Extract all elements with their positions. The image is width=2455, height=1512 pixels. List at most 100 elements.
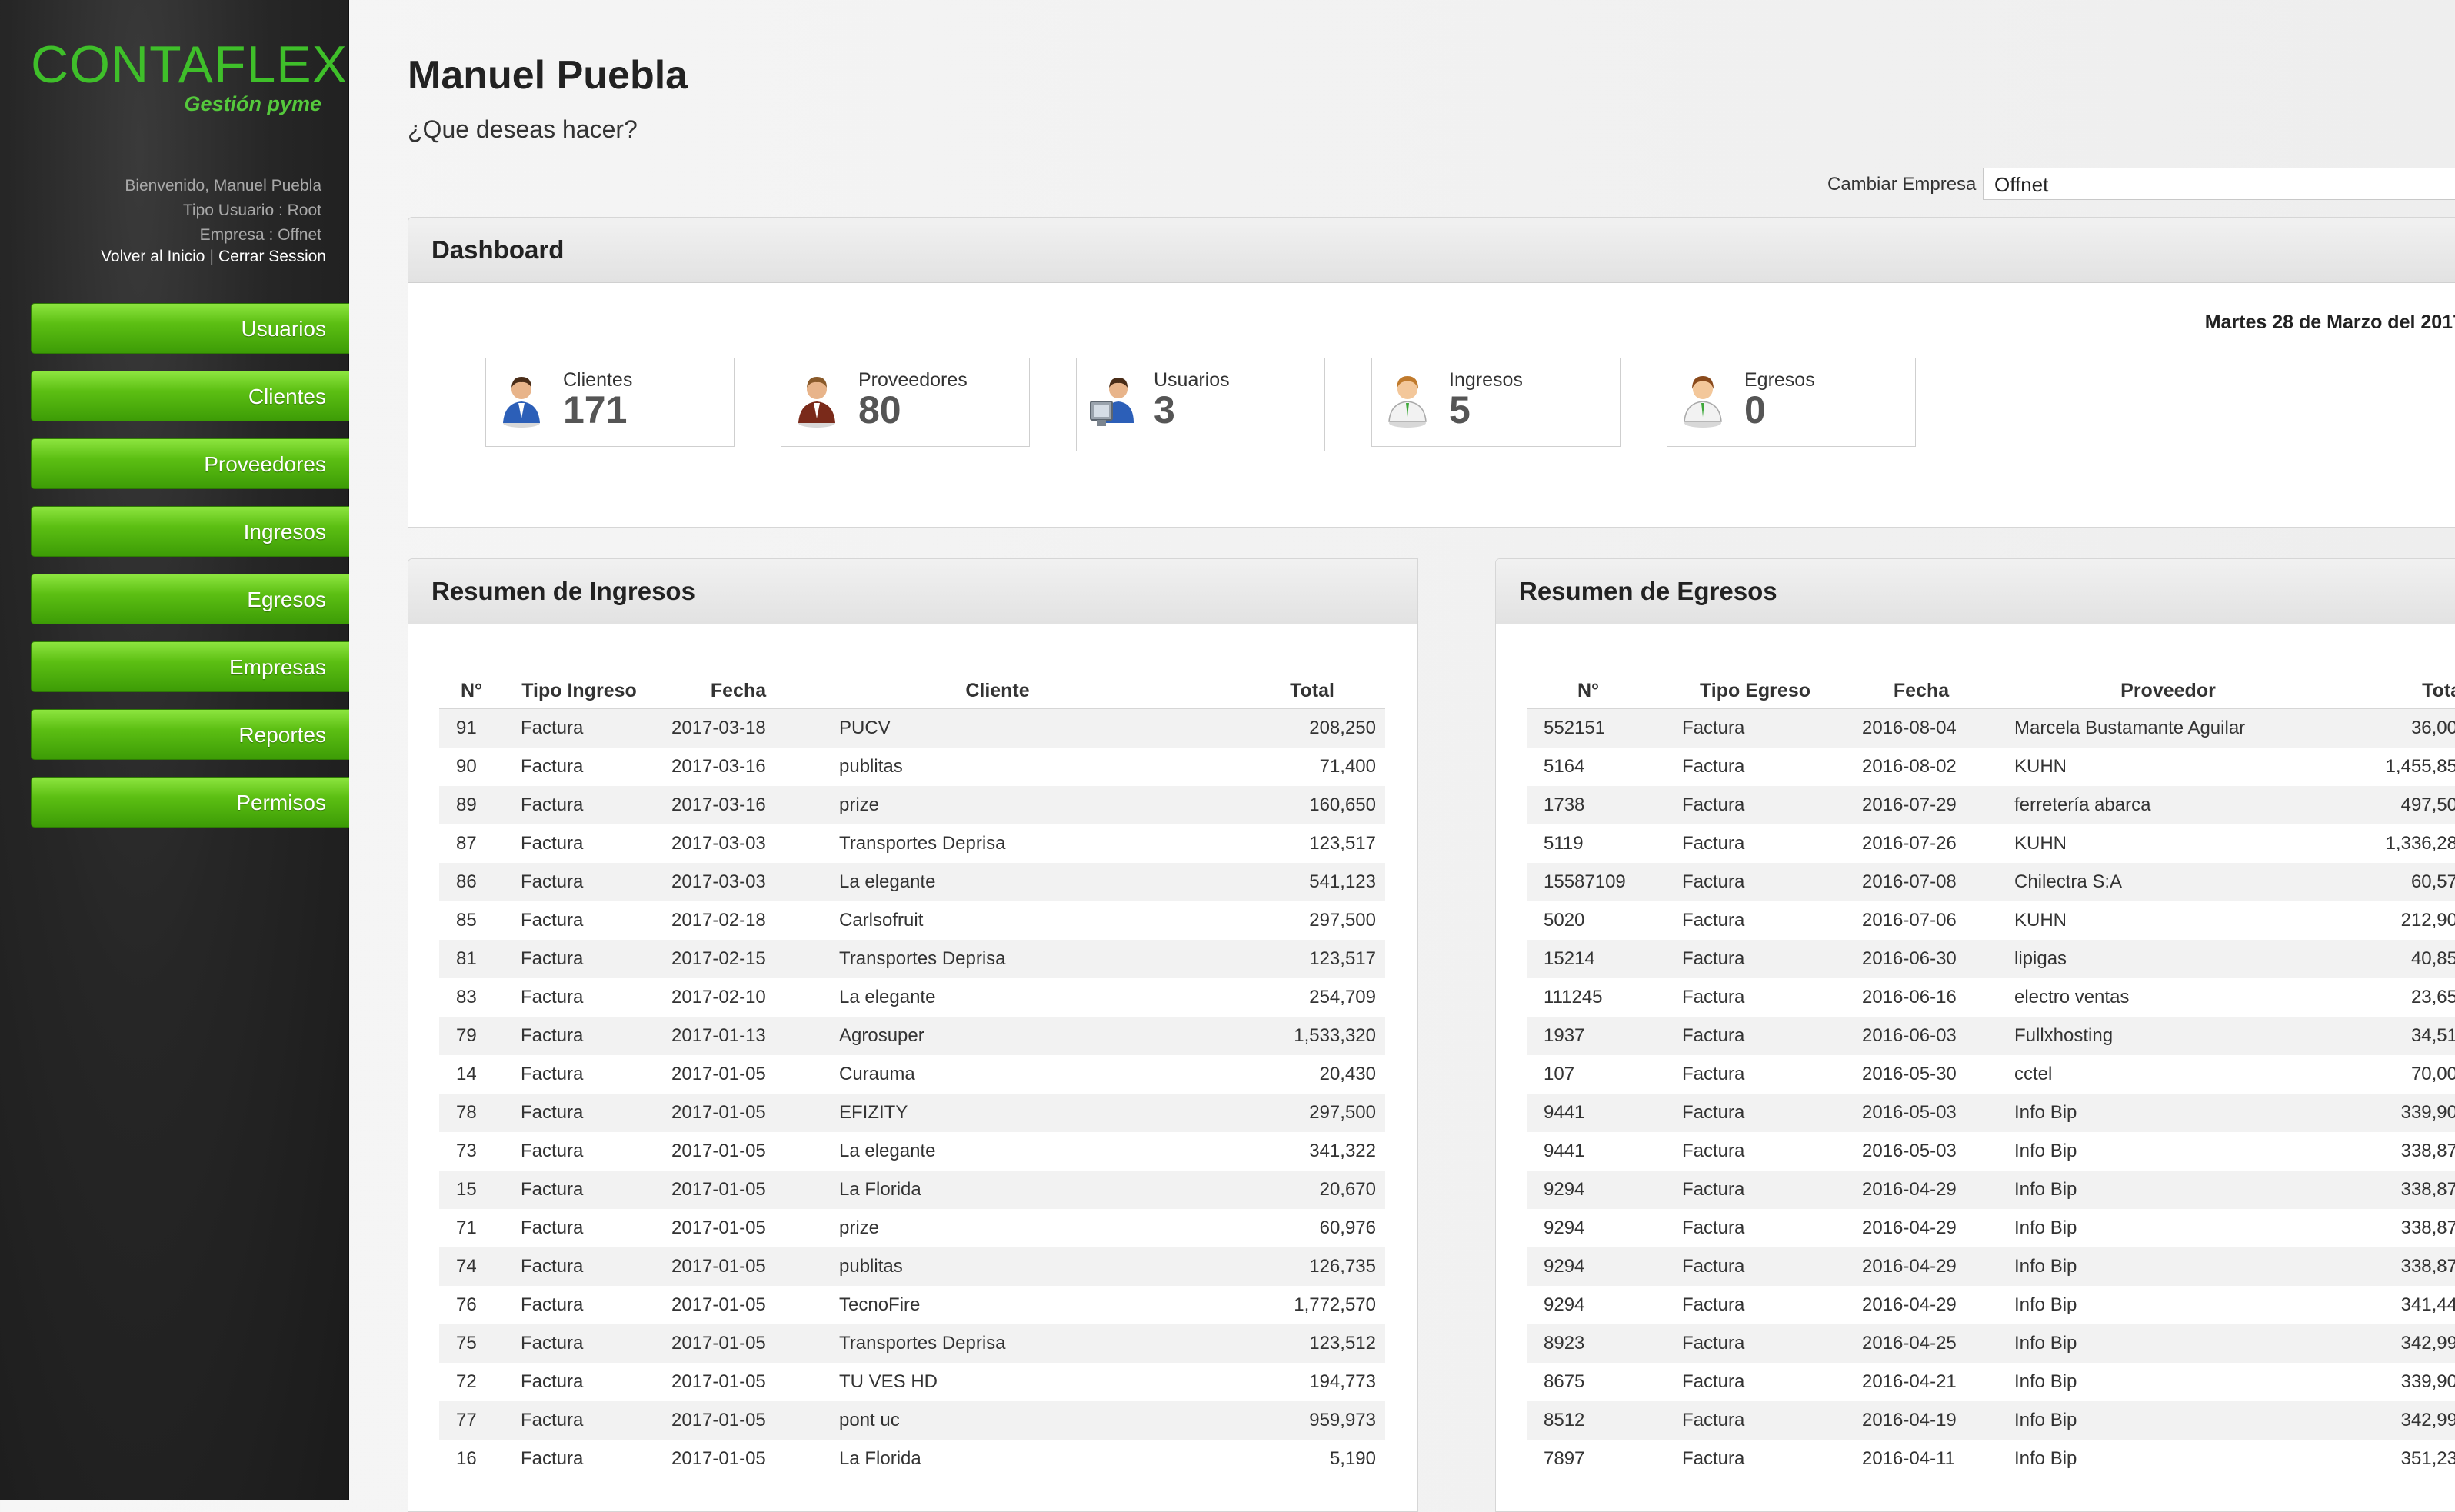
table-row[interactable]: 9294 Factura 2016-04-29 Info Bip 341,44 bbox=[1527, 1286, 2455, 1324]
col-header[interactable]: Fecha bbox=[655, 673, 822, 709]
logout-link[interactable]: Cerrar Session bbox=[218, 248, 326, 265]
table-row[interactable]: 15 Factura 2017-01-05 La Florida 20,670 bbox=[439, 1171, 1385, 1209]
table-cell: 2016-07-29 bbox=[1845, 786, 1997, 824]
home-link[interactable]: Volver al Inicio bbox=[101, 248, 205, 265]
table-row[interactable]: 9441 Factura 2016-05-03 Info Bip 338,87 bbox=[1527, 1132, 2455, 1171]
col-header[interactable]: Cliente bbox=[822, 673, 1173, 709]
company-select[interactable]: Offnet bbox=[1983, 168, 2455, 200]
table-row[interactable]: 87 Factura 2017-03-03 Transportes Deprisa 12… bbox=[439, 824, 1385, 863]
col-header[interactable]: Fecha bbox=[1845, 673, 1997, 709]
table-row[interactable]: 71 Factura 2017-01-05 prize 60,976 bbox=[439, 1209, 1385, 1247]
table-row[interactable]: 16 Factura 2017-01-05 La Florida 5,190 bbox=[439, 1440, 1385, 1478]
logo[interactable]: CONTAFLEX Gestión pyme bbox=[31, 38, 347, 116]
table-cell: 81 bbox=[439, 940, 504, 978]
table-cell: 497,50 bbox=[2339, 786, 2455, 824]
egresos-panel: Resumen de Egresos N° Tipo Egreso Fecha … bbox=[1495, 558, 2455, 1512]
table-row[interactable]: 14 Factura 2017-01-05 Curauma 20,430 bbox=[439, 1055, 1385, 1094]
table-row[interactable]: 91 Factura 2017-03-18 PUCV 208,250 bbox=[439, 708, 1385, 748]
stat-usuarios[interactable]: Usuarios 3 bbox=[1076, 358, 1325, 451]
table-row[interactable]: 15214 Factura 2016-06-30 lipigas 40,85 bbox=[1527, 940, 2455, 978]
nav-ingresos[interactable]: Ingresos bbox=[31, 506, 349, 557]
client-icon bbox=[503, 377, 540, 428]
table-cell: 74 bbox=[439, 1247, 504, 1286]
table-row[interactable]: 77 Factura 2017-01-05 pont uc 959,973 bbox=[439, 1401, 1385, 1440]
table-row[interactable]: 8675 Factura 2016-04-21 Info Bip 339,90 bbox=[1527, 1363, 2455, 1401]
table-row[interactable]: 9441 Factura 2016-05-03 Info Bip 339,90 bbox=[1527, 1094, 2455, 1132]
table-cell: Factura bbox=[1665, 940, 1845, 978]
col-header[interactable]: Total bbox=[2339, 673, 2455, 709]
table-row[interactable]: 7897 Factura 2016-04-11 Info Bip 351,23 bbox=[1527, 1440, 2455, 1478]
nav-reportes[interactable]: Reportes bbox=[31, 709, 349, 760]
table-row[interactable]: 79 Factura 2017-01-13 Agrosuper 1,533,320 bbox=[439, 1017, 1385, 1055]
table-cell: 16 bbox=[456, 1448, 477, 1469]
table-cell: 8512 bbox=[1527, 1401, 1665, 1440]
table-cell: 160,650 bbox=[1173, 786, 1385, 824]
table-cell: Fullxhosting bbox=[1997, 1017, 2339, 1055]
table-cell: 2016-06-30 bbox=[1845, 940, 1997, 978]
table-cell: 341,44 bbox=[2400, 1294, 2455, 1315]
table-cell: Info Bip bbox=[1997, 1324, 2339, 1363]
table-row[interactable]: 83 Factura 2017-02-10 La elegante 254,709 bbox=[439, 978, 1385, 1017]
col-header[interactable]: N° bbox=[1527, 673, 1665, 709]
col-header[interactable]: Total bbox=[1173, 673, 1385, 709]
table-row[interactable]: 9294 Factura 2016-04-29 Info Bip 338,87 bbox=[1527, 1209, 2455, 1247]
table-cell: 107 bbox=[1544, 1064, 1575, 1084]
table-row[interactable]: 86 Factura 2017-03-03 La elegante 541,123 bbox=[439, 863, 1385, 901]
table-cell: Info Bip bbox=[1997, 1171, 2339, 1209]
expense-icon bbox=[1684, 376, 1722, 428]
stat-clientes[interactable]: Clientes 171 bbox=[485, 358, 735, 447]
table-row[interactable]: 72 Factura 2017-01-05 TU VES HD 194,773 bbox=[439, 1363, 1385, 1401]
table-row[interactable]: 76 Factura 2017-01-05 TecnoFire 1,772,570 bbox=[439, 1286, 1385, 1324]
table-cell: 78 bbox=[439, 1094, 504, 1132]
sidebar-nav: Usuarios Clientes Proveedores Ingresos E… bbox=[31, 303, 349, 844]
table-cell: 2017-01-05 bbox=[655, 1094, 822, 1132]
table-cell: Factura bbox=[504, 1094, 655, 1132]
main-content: Manuel Puebla ¿Que deseas hacer? Cambiar… bbox=[349, 0, 2455, 1512]
table-row[interactable]: 81 Factura 2017-02-15 Transportes Deprisa 12… bbox=[439, 940, 1385, 978]
stat-egresos[interactable]: Egresos 0 bbox=[1667, 358, 1916, 447]
table-row[interactable]: 5164 Factura 2016-08-02 KUHN 1,455,85 bbox=[1527, 748, 2455, 786]
table-cell: 60,976 bbox=[1319, 1217, 1376, 1238]
nav-usuarios[interactable]: Usuarios bbox=[31, 303, 349, 354]
table-row[interactable]: 5119 Factura 2016-07-26 KUHN 1,336,28 bbox=[1527, 824, 2455, 863]
col-header[interactable]: Tipo Ingreso bbox=[504, 673, 655, 709]
table-cell: KUHN bbox=[2014, 833, 2067, 854]
table-row[interactable]: 107 Factura 2016-05-30 cctel 70,00 bbox=[1527, 1055, 2455, 1094]
table-row[interactable]: 8923 Factura 2016-04-25 Info Bip 342,99 bbox=[1527, 1324, 2455, 1363]
table-cell: Factura bbox=[521, 1371, 584, 1392]
nav-empresas[interactable]: Empresas bbox=[31, 641, 349, 692]
col-header[interactable]: N° bbox=[439, 673, 504, 709]
table-row[interactable]: 9294 Factura 2016-04-29 Info Bip 338,87 bbox=[1527, 1247, 2455, 1286]
table-row[interactable]: 74 Factura 2017-01-05 publitas 126,735 bbox=[439, 1247, 1385, 1286]
table-row[interactable]: 75 Factura 2017-01-05 Transportes Deprisa 12… bbox=[439, 1324, 1385, 1363]
table-cell: 2017-03-18 bbox=[655, 708, 822, 748]
table-row[interactable]: 1738 Factura 2016-07-29 ferretería abarca 49… bbox=[1527, 786, 2455, 824]
table-row[interactable]: 1937 Factura 2016-06-03 Fullxhosting 34,51 bbox=[1527, 1017, 2455, 1055]
table-cell: 2016-05-03 bbox=[1845, 1094, 1997, 1132]
table-row[interactable]: 111245 Factura 2016-06-16 electro ventas 23,… bbox=[1527, 978, 2455, 1017]
table-row[interactable]: 85 Factura 2017-02-18 Carlsofruit 297,500 bbox=[439, 901, 1385, 940]
table-cell: 1937 bbox=[1527, 1017, 1665, 1055]
table-row[interactable]: 9294 Factura 2016-04-29 Info Bip 338,87 bbox=[1527, 1171, 2455, 1209]
stat-ingresos[interactable]: Ingresos 5 bbox=[1371, 358, 1621, 447]
table-row[interactable]: 73 Factura 2017-01-05 La elegante 341,322 bbox=[439, 1132, 1385, 1171]
table-row[interactable]: 8512 Factura 2016-04-19 Info Bip 342,99 bbox=[1527, 1401, 2455, 1440]
nav-clientes[interactable]: Clientes bbox=[31, 371, 349, 421]
stat-proveedores[interactable]: Proveedores 80 bbox=[781, 358, 1030, 447]
table-cell: 9441 bbox=[1544, 1141, 1585, 1161]
table-cell: 297,500 bbox=[1309, 910, 1376, 931]
nav-proveedores[interactable]: Proveedores bbox=[31, 438, 349, 489]
table-row[interactable]: 78 Factura 2017-01-05 EFIZITY 297,500 bbox=[439, 1094, 1385, 1132]
col-header[interactable]: Tipo Egreso bbox=[1665, 673, 1845, 709]
company-select-label: Cambiar Empresa bbox=[1827, 174, 1977, 195]
table-cell: 2017-01-05 bbox=[671, 1294, 766, 1315]
table-row[interactable]: 5020 Factura 2016-07-06 KUHN 212,90 bbox=[1527, 901, 2455, 940]
table-row[interactable]: 552151 Factura 2016-08-04 Marcela Bustamant… bbox=[1527, 708, 2455, 748]
table-row[interactable]: 90 Factura 2017-03-16 publitas 71,400 bbox=[439, 748, 1385, 786]
nav-permisos[interactable]: Permisos bbox=[31, 777, 349, 828]
table-row[interactable]: 89 Factura 2017-03-16 prize 160,650 bbox=[439, 786, 1385, 824]
link-separator: | bbox=[209, 248, 214, 265]
col-header[interactable]: Proveedor bbox=[1997, 673, 2339, 709]
table-row[interactable]: 15587109 Factura 2016-07-08 Chilectra S:A 60… bbox=[1527, 863, 2455, 901]
nav-egresos[interactable]: Egresos bbox=[31, 574, 349, 624]
